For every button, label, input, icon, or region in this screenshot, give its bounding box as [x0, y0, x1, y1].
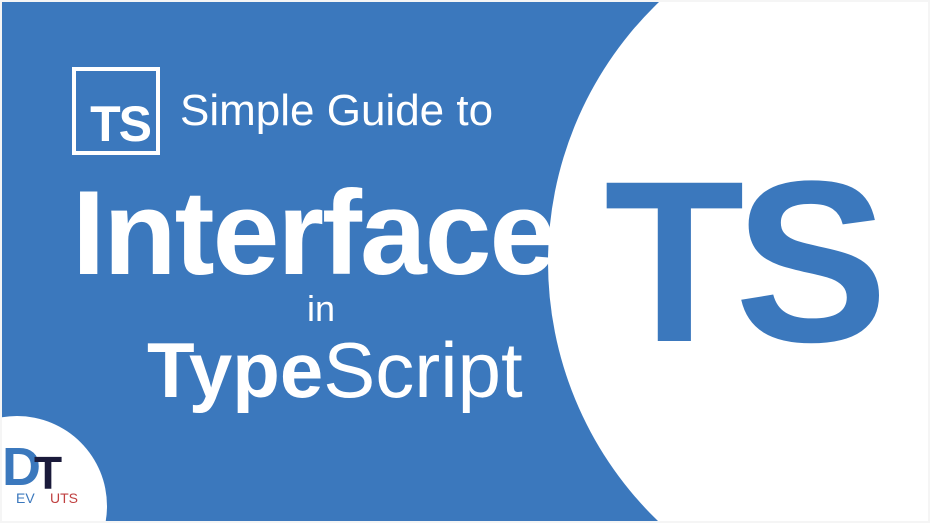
guide-text: Simple Guide to	[180, 86, 493, 136]
script-part: Script	[323, 326, 522, 414]
banner-frame: TS TS Simple Guide to Interface in TypeS…	[2, 2, 928, 521]
interface-title: Interface	[72, 170, 554, 296]
typescript-icon: TS	[72, 67, 160, 155]
logo-uts-text: UTS	[50, 490, 78, 506]
bottom-left-circle: D T EV UTS	[2, 416, 107, 521]
large-ts-mark: TS	[604, 147, 878, 377]
logo-ev-text: EV	[16, 490, 35, 506]
devtuts-logo: D T EV UTS	[2, 444, 82, 514]
top-row: TS Simple Guide to	[72, 67, 554, 155]
ts-box-label: TS	[90, 102, 150, 147]
typescript-wordmark: TypeScript	[147, 325, 554, 416]
type-part: Type	[147, 326, 323, 414]
headline-block: TS Simple Guide to Interface in TypeScri…	[72, 67, 554, 416]
